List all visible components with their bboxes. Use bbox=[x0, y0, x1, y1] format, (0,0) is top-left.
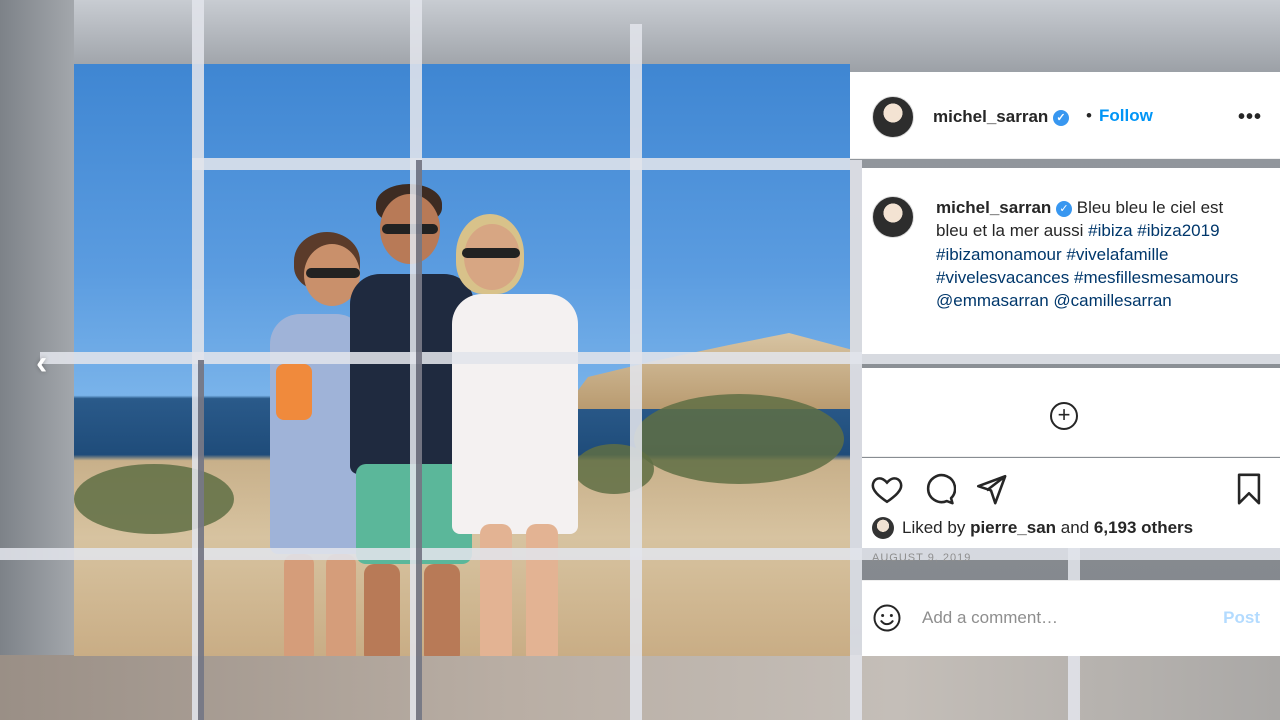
liker-avatar[interactable] bbox=[872, 517, 894, 539]
emoji-icon[interactable] bbox=[872, 603, 902, 633]
hashtag-link[interactable]: #ibizamonamour bbox=[936, 245, 1062, 264]
grid-overlay-shadow bbox=[198, 360, 204, 720]
more-options-icon[interactable]: ••• bbox=[1238, 106, 1262, 129]
post-comment-button[interactable]: Post bbox=[1223, 608, 1260, 628]
grid-overlay-line bbox=[0, 548, 1280, 560]
liker-username[interactable]: pierre_san bbox=[970, 518, 1056, 537]
caption-section: michel_sarran ✓ Bleu bleu le ciel est bl… bbox=[862, 168, 1280, 354]
avatar[interactable] bbox=[872, 96, 914, 138]
hashtag-link[interactable]: #ibiza bbox=[1088, 221, 1132, 240]
separator-dot: • bbox=[1086, 106, 1092, 125]
hashtag-link[interactable]: #mesfillesmesamours bbox=[1074, 268, 1238, 287]
mention-link[interactable]: @emmasarran bbox=[936, 291, 1049, 310]
grid-overlay-line bbox=[192, 158, 850, 170]
bookmark-icon[interactable] bbox=[1232, 472, 1266, 506]
follow-button[interactable]: Follow bbox=[1099, 106, 1153, 126]
comments-area: + bbox=[862, 368, 1280, 457]
comment-icon[interactable] bbox=[922, 472, 956, 506]
likes-joiner: and bbox=[1060, 518, 1090, 537]
photo-bush bbox=[574, 444, 654, 494]
header-username-text[interactable]: michel_sarran bbox=[933, 107, 1048, 126]
caption-text: michel_sarran ✓ Bleu bleu le ciel est bl… bbox=[936, 196, 1256, 312]
header-username[interactable]: michel_sarran ✓ bbox=[933, 107, 1070, 127]
caption-username[interactable]: michel_sarran bbox=[936, 198, 1051, 217]
verified-badge-icon: ✓ bbox=[1056, 200, 1073, 217]
comment-bar: Add a comment… Post bbox=[862, 580, 1280, 656]
previous-arrow-icon[interactable]: ‹ bbox=[36, 344, 47, 383]
likes-summary: Liked by pierre_san and 6,193 others bbox=[902, 518, 1193, 538]
post-date: AUGUST 9, 2019 bbox=[872, 552, 972, 564]
actions-bar: Liked by pierre_san and 6,193 others bbox=[862, 458, 1280, 548]
mention-link[interactable]: @camillesarran bbox=[1053, 291, 1171, 310]
likes-count[interactable]: 6,193 others bbox=[1094, 518, 1193, 537]
share-icon[interactable] bbox=[974, 472, 1008, 506]
grid-overlay-line bbox=[630, 24, 642, 720]
comment-input[interactable]: Add a comment… bbox=[922, 608, 1058, 628]
photo-bush bbox=[634, 394, 844, 484]
caption-avatar[interactable] bbox=[872, 196, 914, 238]
photo-bush bbox=[74, 464, 234, 534]
grid-overlay-shadow bbox=[416, 160, 422, 720]
heart-icon[interactable] bbox=[870, 472, 904, 506]
hashtag-link[interactable]: #vivelafamille bbox=[1066, 245, 1168, 264]
hashtag-link[interactable]: #ibiza2019 bbox=[1137, 221, 1219, 240]
verified-badge-icon: ✓ bbox=[1053, 109, 1070, 126]
grid-overlay-line bbox=[850, 160, 862, 720]
post-header: michel_sarran ✓ • Follow ••• bbox=[850, 72, 1280, 159]
hashtag-link[interactable]: #vivelesvacances bbox=[936, 268, 1069, 287]
load-more-comments-icon[interactable]: + bbox=[1050, 402, 1078, 430]
likes-prefix: Liked by bbox=[902, 518, 966, 537]
